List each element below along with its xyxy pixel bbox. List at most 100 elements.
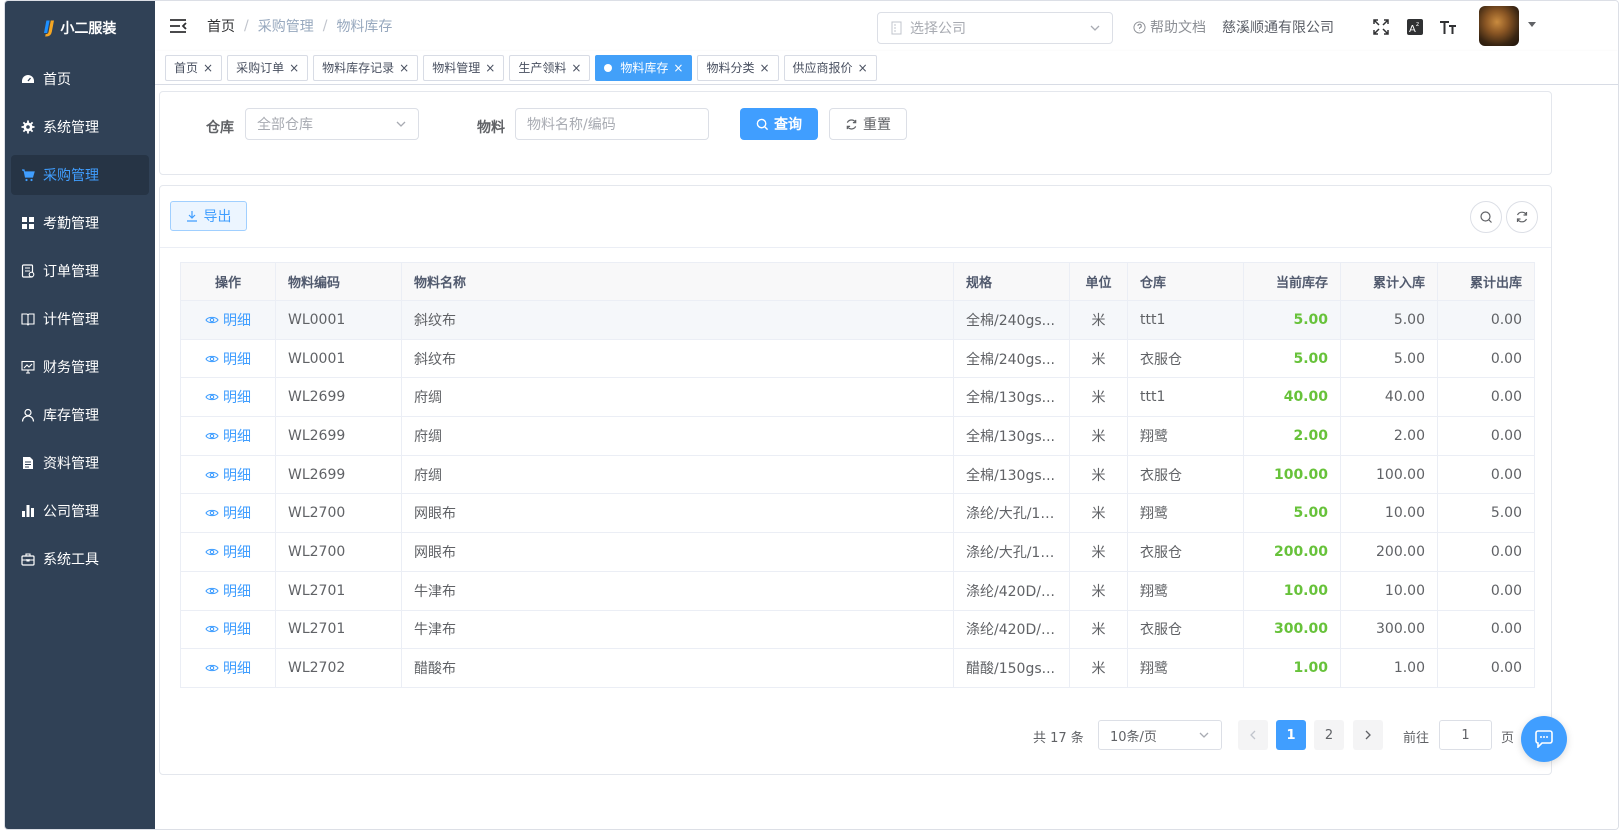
tag-label: 物料库存记录 — [322, 61, 395, 75]
query-button-label: 查询 — [774, 117, 802, 133]
unit-cell: 米 — [1069, 300, 1128, 340]
close-icon[interactable]: × — [289, 61, 299, 75]
logo-mark-icon: IJ — [43, 18, 55, 38]
sidebar-item-5[interactable]: 计件管理 — [11, 299, 149, 339]
close-icon[interactable]: × — [571, 61, 581, 75]
total-out-cell: 0.00 — [1437, 609, 1535, 650]
tag-3[interactable]: 物料管理 × — [423, 54, 505, 81]
close-icon[interactable]: × — [485, 61, 495, 75]
warehouse-cell: ttt1 — [1127, 377, 1244, 418]
breadcrumb-home[interactable]: 首页 — [207, 16, 235, 36]
sidebar-item-10[interactable]: 系统工具 — [11, 539, 149, 579]
sidebar-item-4[interactable]: 订单管理 — [11, 251, 149, 291]
eye-icon — [205, 510, 219, 517]
name-cell: 斜纹布 — [401, 338, 954, 379]
current-stock-cell: 2.00 — [1243, 416, 1341, 456]
search-form: 仓库 全部仓库 物料 物料名称/编码 查询 重置 — [159, 91, 1552, 175]
close-icon[interactable]: × — [673, 61, 683, 75]
tag-5[interactable]: 物料库存 × — [595, 54, 693, 81]
tag-6[interactable]: 物料分类 × — [697, 54, 779, 81]
detail-link[interactable]: 明细 — [205, 349, 251, 369]
sidebar-item-label: 财务管理 — [43, 360, 99, 376]
close-icon[interactable]: × — [399, 61, 409, 75]
page-button-2[interactable]: 2 — [1314, 720, 1344, 750]
sidebar-item-9[interactable]: 公司管理 — [11, 491, 149, 531]
next-page-button[interactable] — [1353, 720, 1383, 750]
reset-button[interactable]: 重置 — [829, 108, 907, 140]
current-stock-cell: 10.00 — [1243, 570, 1341, 611]
caret-down-icon[interactable] — [1527, 21, 1537, 29]
monitor-icon — [21, 360, 35, 374]
detail-link[interactable]: 明细 — [205, 619, 251, 639]
detail-link[interactable]: 明细 — [205, 426, 251, 446]
close-icon[interactable]: × — [759, 61, 769, 75]
detail-link-label: 明细 — [223, 583, 251, 600]
code-cell: WL2699 — [275, 416, 402, 456]
avatar[interactable] — [1479, 6, 1519, 46]
tag-label: 首页 — [174, 61, 199, 75]
detail-link[interactable]: 明细 — [205, 503, 251, 523]
code-cell: WL2701 — [275, 609, 402, 650]
logo[interactable]: IJ 小二服装 — [5, 1, 155, 55]
chat-button[interactable] — [1521, 716, 1567, 762]
detail-link[interactable]: 明细 — [205, 465, 251, 485]
current-stock-cell: 5.00 — [1243, 493, 1341, 534]
language-icon[interactable]: Az — [1405, 17, 1425, 37]
unit-cell: 米 — [1069, 493, 1128, 534]
sidebar-item-label: 订单管理 — [43, 264, 99, 280]
hamburger-icon[interactable] — [169, 17, 187, 35]
company-select[interactable]: 选择公司 — [877, 12, 1113, 44]
total-out-cell: 0.00 — [1437, 454, 1535, 495]
sidebar-item-7[interactable]: 库存管理 — [11, 395, 149, 435]
detail-link-label: 明细 — [223, 467, 251, 484]
tag-7[interactable]: 供应商报价 × — [783, 54, 877, 81]
sidebar-item-label: 首页 — [43, 72, 71, 88]
table-row: 明细 WL2699 府绸 全棉/130gs... 米翔鹭 2.00 2.00 0.00 — [180, 416, 1535, 456]
company-name: 慈溪顺通有限公司 — [1222, 20, 1334, 36]
detail-link[interactable]: 明细 — [205, 658, 251, 678]
font-size-icon[interactable] — [1438, 17, 1458, 37]
sidebar-item-1[interactable]: 系统管理 — [11, 107, 149, 147]
page-size-select[interactable]: 10条/页 — [1098, 720, 1222, 750]
sidebar-item-8[interactable]: 资料管理 — [11, 443, 149, 483]
detail-link[interactable]: 明细 — [205, 542, 251, 562]
refresh-table-button[interactable] — [1506, 201, 1538, 233]
tag-0[interactable]: 首页 × — [165, 54, 223, 81]
sidebar-item-0[interactable]: 首页 — [11, 59, 149, 99]
export-button[interactable]: 导出 — [170, 201, 247, 231]
material-input[interactable]: 物料名称/编码 — [515, 108, 709, 140]
sidebar-item-3[interactable]: 考勤管理 — [11, 203, 149, 243]
table-row: 明细 WL2700 网眼布 涤纶/大孔/15... 米衣服仓 200.00 200.00 0.… — [180, 532, 1535, 572]
tag-2[interactable]: 物料库存记录 × — [313, 54, 419, 81]
building-icon — [891, 21, 902, 35]
fullscreen-icon[interactable] — [1371, 17, 1391, 37]
query-button[interactable]: 查询 — [740, 108, 818, 140]
sidebar-item-label: 系统管理 — [43, 120, 99, 136]
tag-label: 物料管理 — [432, 61, 481, 75]
help-docs-label: 帮助文档 — [1150, 20, 1206, 36]
warehouse-select[interactable]: 全部仓库 — [245, 108, 419, 140]
sidebar-item-2[interactable]: 采购管理 — [11, 155, 149, 195]
goto-page-input[interactable]: 1 — [1439, 720, 1492, 750]
close-icon[interactable]: × — [858, 61, 868, 75]
close-icon[interactable]: × — [203, 61, 213, 75]
code-cell: WL2700 — [275, 493, 402, 534]
detail-link[interactable]: 明细 — [205, 387, 251, 407]
page-button-1[interactable]: 1 — [1276, 720, 1306, 750]
detail-link-label: 明细 — [223, 661, 251, 678]
prev-page-button[interactable] — [1238, 720, 1268, 750]
eye-icon — [205, 355, 219, 362]
warehouse-cell: 翔鹭 — [1127, 493, 1244, 534]
sidebar-item-6[interactable]: 财务管理 — [11, 347, 149, 387]
download-icon — [186, 211, 197, 222]
name-cell: 牛津布 — [401, 570, 954, 611]
detail-link[interactable]: 明细 — [205, 310, 251, 330]
toggle-search-button[interactable] — [1470, 201, 1502, 233]
detail-link[interactable]: 明细 — [205, 581, 251, 601]
col-header-action: 操作 — [180, 262, 276, 301]
code-cell: WL0001 — [275, 338, 402, 379]
action-cell: 明细 — [180, 493, 276, 534]
help-docs-link[interactable]: 帮助文档 — [1133, 17, 1206, 37]
tag-4[interactable]: 生产领料 × — [509, 54, 591, 81]
tag-1[interactable]: 采购订单 × — [227, 54, 309, 81]
